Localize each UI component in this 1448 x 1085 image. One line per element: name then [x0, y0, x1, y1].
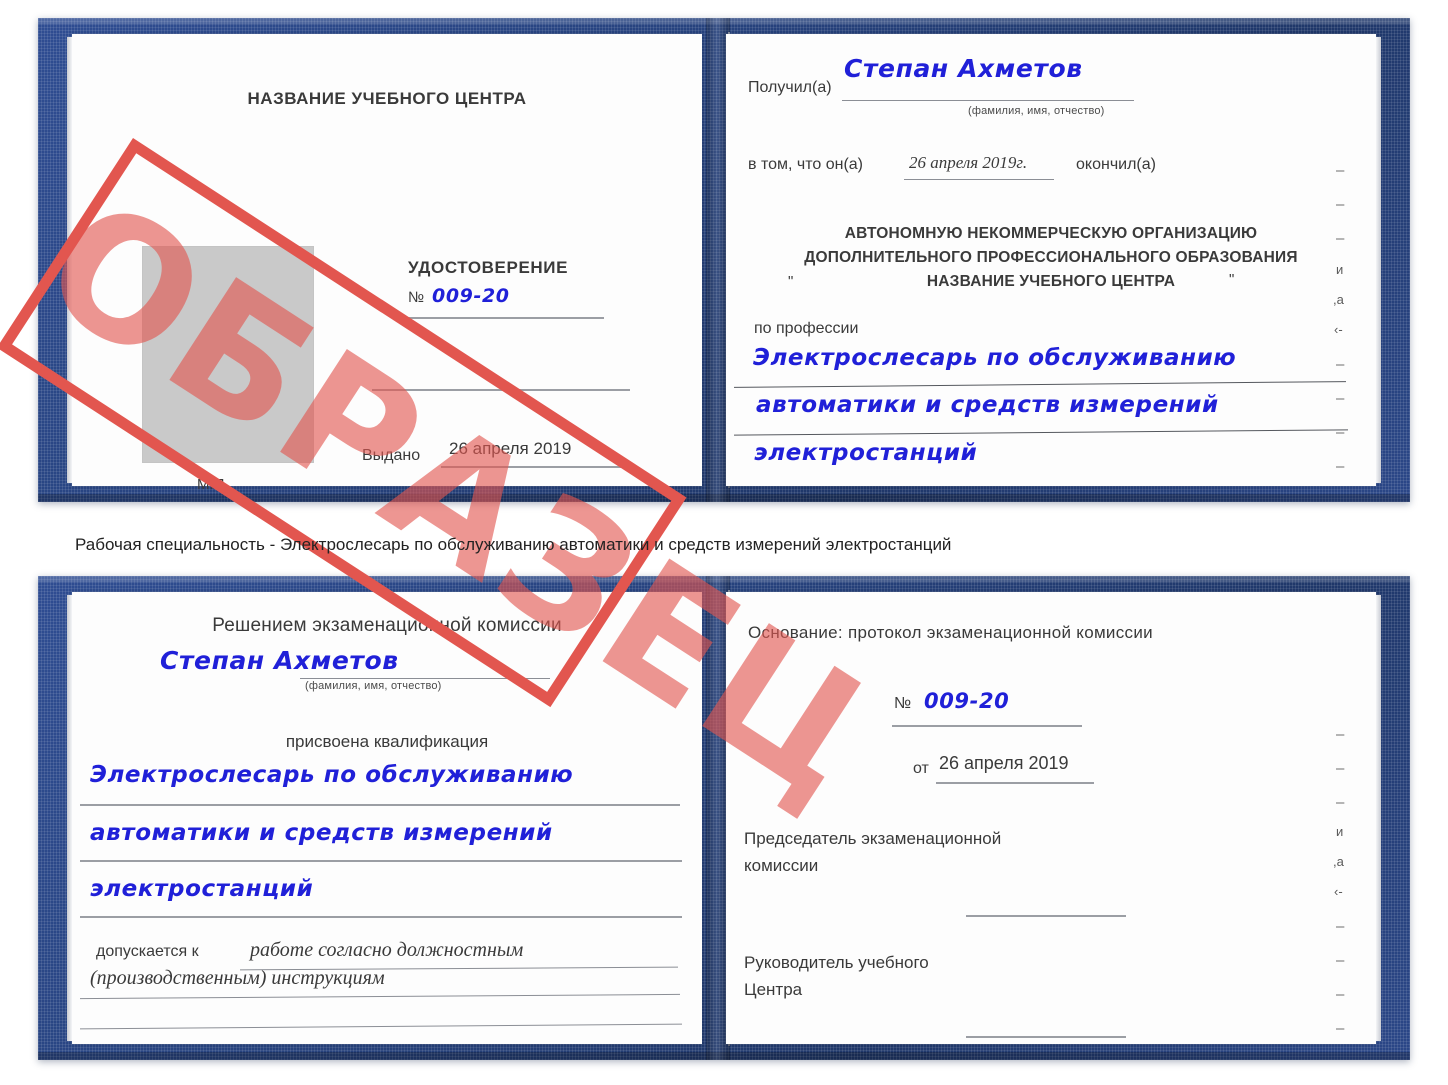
ghost-mark-5: ,а [1333, 292, 1344, 307]
admitted-rule-3 [80, 1023, 682, 1030]
received-name-value: Степан Ахметов [844, 54, 1083, 83]
bottom-left-page: Решением экзаменационной комиссии Степан… [67, 592, 702, 1044]
ghost-mark-b10: – [1336, 1020, 1345, 1037]
head-signature-rule [966, 1036, 1126, 1038]
ghost-mark-6: ‹- [1334, 322, 1343, 337]
admitted-label: допускается к [96, 943, 199, 960]
ghost-mark-1: – [1336, 162, 1345, 179]
ghost-mark-b3: – [1336, 794, 1345, 811]
ghost-mark-b5: ,а [1333, 854, 1344, 869]
ghost-mark-b9: – [1336, 986, 1345, 1003]
chairman-signature-rule [966, 915, 1126, 917]
issued-date-rule [441, 466, 627, 468]
photo-placeholder [142, 246, 314, 463]
top-right-page: Получил(а) Степан Ахметов (фамилия, имя,… [726, 34, 1381, 486]
profession-line-1: Электрослесарь по обслуживанию [753, 345, 1237, 371]
holder-name-rule [300, 678, 550, 679]
ghost-mark-9: – [1336, 424, 1345, 441]
organization-line-2: ДОПОЛНИТЕЛЬНОГО ПРОФЕССИОНАЛЬНОГО ОБРАЗО… [804, 249, 1298, 266]
commission-decision-heading: Решением экзаменационной комиссии [212, 615, 562, 636]
ghost-mark-7: – [1336, 356, 1345, 373]
completion-date-value: 26 апреля 2019г. [909, 153, 1028, 172]
certificate-number-value: 009-20 [432, 285, 510, 307]
sheet-edge-left-bottom [67, 595, 72, 1041]
organization-line-3: НАЗВАНИЕ УЧЕБНОГО ЦЕНТРА [926, 273, 1176, 290]
completion-date-rule [904, 179, 1054, 180]
ghost-mark-10: – [1336, 458, 1345, 475]
finished-label: окончил(а) [1076, 156, 1156, 173]
certificate-bottom-book: Решением экзаменационной комиссии Степан… [38, 576, 1410, 1060]
certificate-number-rule [408, 317, 604, 319]
ghost-mark-b7: – [1336, 918, 1345, 935]
sheet-edge-right-bottom [1376, 595, 1381, 1041]
organization-quote-open: " [788, 273, 794, 290]
top-left-page: НАЗВАНИЕ УЧЕБНОГО ЦЕНТРА М.П. УДОСТОВЕРЕ… [67, 34, 702, 492]
head-line-1: Руководитель учебного [744, 953, 929, 972]
training-center-name-heading: НАЗВАНИЕ УЧЕБНОГО ЦЕНТРА [247, 89, 527, 108]
seal-place-label: М.П. [197, 476, 229, 493]
protocol-number-label: № [894, 695, 912, 712]
qualification-rule-2 [80, 860, 682, 862]
qualification-label: присвоена квалификация [285, 732, 489, 751]
ghost-mark-b8: – [1336, 952, 1345, 969]
holder-name-hint: (фамилия, имя, отчество) [305, 680, 442, 692]
page-caption: Рабочая специальность - Электрослесарь п… [75, 535, 952, 554]
qualification-line-2: автоматики и средств измерений [90, 820, 553, 846]
organization-quote-close: " [1229, 271, 1235, 288]
qualification-line-3: электростанций [90, 876, 314, 902]
admitted-rule-2 [80, 993, 680, 1000]
admitted-line-1: работе согласно должностным [250, 939, 524, 961]
received-label: Получил(а) [748, 79, 832, 96]
admitted-line-2: (производственным) инструкциям [90, 967, 385, 989]
chairman-line-2: комиссии [744, 856, 819, 875]
ghost-mark-b1: – [1336, 726, 1345, 743]
ghost-mark-b4: и [1336, 824, 1344, 839]
profession-line-2: автоматики и средств измерений [756, 392, 1219, 418]
sheet-edge-left-top [67, 37, 72, 483]
certificate-top-book: НАЗВАНИЕ УЧЕБНОГО ЦЕНТРА М.П. УДОСТОВЕРЕ… [0, 18, 1410, 838]
ghost-mark-4: и [1336, 262, 1344, 277]
protocol-date-rule [936, 782, 1094, 784]
chairman-line-1: Председатель экзаменационной [744, 829, 1002, 848]
issued-label: Выдано [362, 447, 421, 464]
certificate-title: УДОСТОВЕРЕНИЕ [408, 258, 569, 277]
sheet-edge-right-top [1376, 37, 1381, 483]
protocol-number-value: 009-20 [924, 689, 1010, 713]
profession-line-3: электростанций [754, 440, 978, 466]
bottom-right-page: Основание: протокол экзаменационной коми… [726, 592, 1381, 1044]
qualification-line-1: Электрослесарь по обслуживанию [90, 762, 574, 788]
profession-rule-2 [734, 429, 1348, 436]
basis-protocol-label: Основание: протокол экзаменационной коми… [748, 623, 1153, 642]
ghost-mark-b2: – [1336, 760, 1345, 777]
qualification-rule-1 [80, 804, 680, 806]
ghost-mark-3: – [1336, 230, 1345, 247]
protocol-date-value: 26 апреля 2019 [939, 753, 1069, 773]
received-name-hint: (фамилия, имя, отчество) [968, 105, 1105, 117]
qualification-rule-3 [80, 916, 682, 918]
head-line-2: Центра [744, 980, 803, 999]
ghost-mark-2: – [1336, 196, 1345, 213]
protocol-date-label: от [913, 760, 929, 777]
holder-name-value: Степан Ахметов [160, 646, 399, 675]
organization-line-1: АВТОНОМНУЮ НЕКОММЕРЧЕСКУЮ ОРГАНИЗАЦИЮ [844, 225, 1258, 242]
profession-rule-1 [734, 381, 1346, 388]
received-name-rule [842, 100, 1134, 101]
blank-rule-1 [372, 389, 630, 391]
ghost-mark-8: – [1336, 390, 1345, 407]
issued-date-value: 26 апреля 2019 [449, 439, 572, 458]
ghost-mark-b6: ‹- [1334, 884, 1343, 899]
certificate-number-label: № [408, 289, 425, 306]
protocol-number-rule [892, 725, 1082, 727]
profession-label: по профессии [754, 320, 859, 337]
in-that-label: в том, что он(а) [748, 156, 863, 173]
